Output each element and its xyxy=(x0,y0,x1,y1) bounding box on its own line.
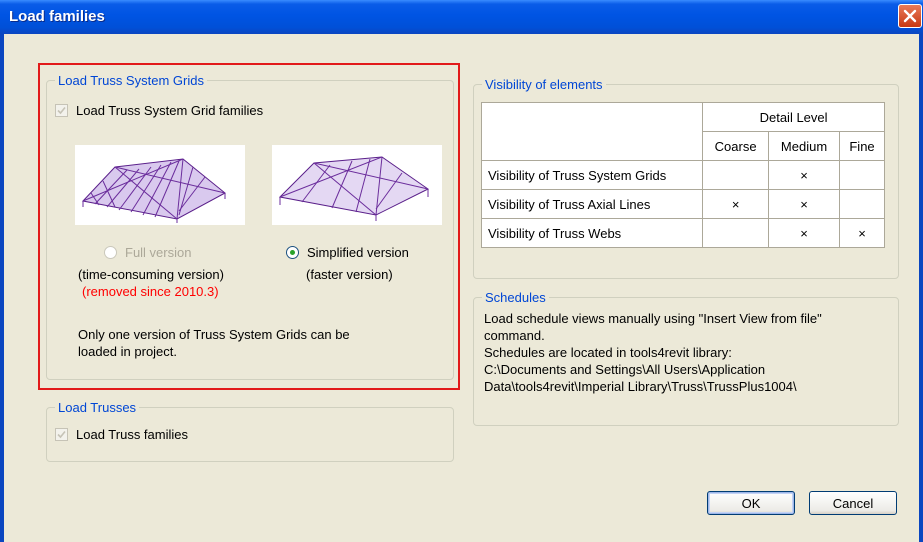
close-icon xyxy=(903,9,917,23)
table-row: Visibility of Truss Axial Lines × × xyxy=(480,189,885,219)
visibility-table-corner xyxy=(480,102,704,161)
load-truss-checkbox[interactable] xyxy=(55,428,68,441)
load-truss-label: Load Truss families xyxy=(76,427,188,442)
cancel-button[interactable]: Cancel xyxy=(809,491,897,515)
table-row: Visibility of Truss System Grids × xyxy=(480,160,885,190)
detail-level-header: Detail Level xyxy=(702,102,885,132)
schedules-line-3: Schedules are located in tools4revit lib… xyxy=(484,345,732,360)
load-families-dialog: Load families Load Truss System Grids Lo… xyxy=(0,0,923,542)
schedules-line-2: command. xyxy=(484,328,545,343)
cell-coarse xyxy=(702,218,770,248)
cell-medium: × xyxy=(768,189,841,219)
window-frame-left xyxy=(0,34,4,542)
visibility-legend: Visibility of elements xyxy=(482,77,606,92)
red-highlight-frame xyxy=(38,63,460,390)
row-label: Visibility of Truss Webs xyxy=(480,218,704,248)
cell-fine xyxy=(839,160,885,190)
schedules-line-4: C:\Documents and Settings\All Users\Appl… xyxy=(484,362,766,377)
schedules-line-1: Load schedule views manually using "Inse… xyxy=(484,311,822,326)
column-medium: Medium xyxy=(768,131,841,161)
row-label: Visibility of Truss Axial Lines xyxy=(480,189,704,219)
cell-coarse: × xyxy=(702,189,770,219)
schedules-legend: Schedules xyxy=(482,290,549,305)
cell-medium: × xyxy=(768,218,841,248)
load-truss-checkbox-row[interactable]: Load Truss families xyxy=(55,427,188,442)
window-title: Load families xyxy=(9,8,105,25)
checkmark-icon xyxy=(57,430,66,439)
cell-fine: × xyxy=(839,218,885,248)
close-button[interactable] xyxy=(898,4,922,28)
window-frame-right xyxy=(919,34,923,542)
column-fine: Fine xyxy=(839,131,885,161)
cell-medium: × xyxy=(768,160,841,190)
ok-button[interactable]: OK xyxy=(707,491,795,515)
visibility-table: Detail Level Coarse Medium Fine Visibili… xyxy=(480,102,885,248)
schedules-line-5: Data\tools4revit\Imperial Library\Truss\… xyxy=(484,379,797,394)
cell-fine xyxy=(839,189,885,219)
table-row: Visibility of Truss Webs × × xyxy=(480,218,885,248)
row-label: Visibility of Truss System Grids xyxy=(480,160,704,190)
trusses-legend: Load Trusses xyxy=(55,400,140,415)
cell-coarse xyxy=(702,160,770,190)
column-coarse: Coarse xyxy=(702,131,770,161)
title-bar[interactable]: Load families xyxy=(0,0,923,34)
